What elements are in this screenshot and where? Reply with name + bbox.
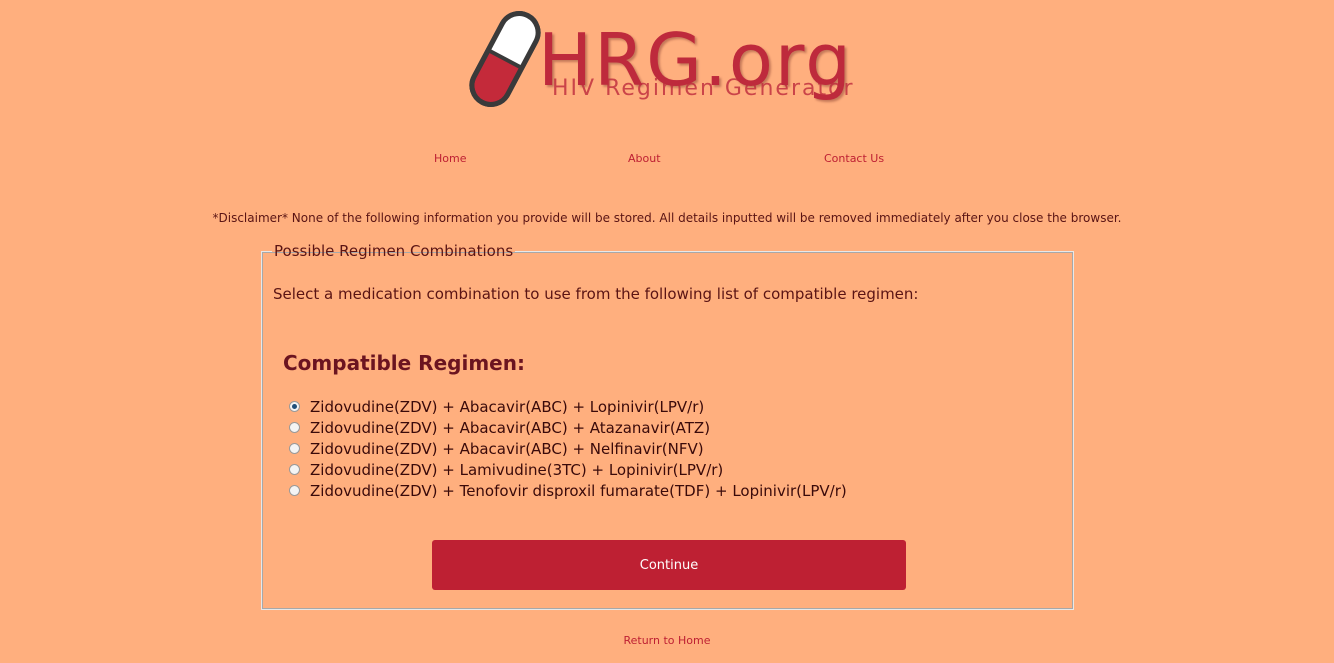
regimen-option-label: Zidovudine(ZDV) + Abacavir(ABC) + Atazan… [310, 418, 711, 437]
nav-link-home[interactable]: Home [434, 152, 466, 165]
site-logo[interactable]: HRG.org HIV Regimen Generator [460, 4, 880, 120]
radio-button[interactable] [289, 464, 300, 475]
panel-legend: Possible Regimen Combinations [274, 242, 514, 260]
radio-button[interactable] [289, 401, 300, 412]
regimen-option[interactable]: Zidovudine(ZDV) + Tenofovir disproxil fu… [289, 480, 847, 501]
disclaimer-text: *Disclaimer* None of the following infor… [212, 211, 1122, 225]
instruction-text: Select a medication combination to use f… [273, 285, 919, 303]
regimen-option[interactable]: Zidovudine(ZDV) + Abacavir(ABC) + Nelfin… [289, 438, 847, 459]
radio-button[interactable] [289, 422, 300, 433]
compatible-regimen-heading: Compatible Regimen: [283, 351, 525, 375]
nav-link-contact-us[interactable]: Contact Us [824, 152, 884, 165]
regimen-option-label: Zidovudine(ZDV) + Lamivudine(3TC) + Lopi… [310, 460, 724, 479]
pill-capsule-icon [469, 11, 541, 107]
radio-button[interactable] [289, 485, 300, 496]
regimen-options: Zidovudine(ZDV) + Abacavir(ABC) + Lopini… [289, 396, 847, 501]
regimen-option[interactable]: Zidovudine(ZDV) + Abacavir(ABC) + Lopini… [289, 396, 847, 417]
regimen-option[interactable]: Zidovudine(ZDV) + Abacavir(ABC) + Atazan… [289, 417, 847, 438]
regimen-option[interactable]: Zidovudine(ZDV) + Lamivudine(3TC) + Lopi… [289, 459, 847, 480]
regimen-option-label: Zidovudine(ZDV) + Tenofovir disproxil fu… [310, 481, 847, 500]
logo-subtitle: HIV Regimen Generator [552, 76, 855, 101]
regimen-option-label: Zidovudine(ZDV) + Abacavir(ABC) + Nelfin… [310, 439, 704, 458]
footer: Return to Home [0, 634, 1334, 647]
nav-link-about[interactable]: About [628, 152, 661, 165]
radio-button[interactable] [289, 443, 300, 454]
regimen-option-label: Zidovudine(ZDV) + Abacavir(ABC) + Lopini… [310, 397, 705, 416]
return-to-home-link[interactable]: Return to Home [623, 634, 710, 647]
continue-button[interactable]: Continue [432, 540, 906, 590]
main-nav: Home About Contact Us [0, 152, 1334, 166]
